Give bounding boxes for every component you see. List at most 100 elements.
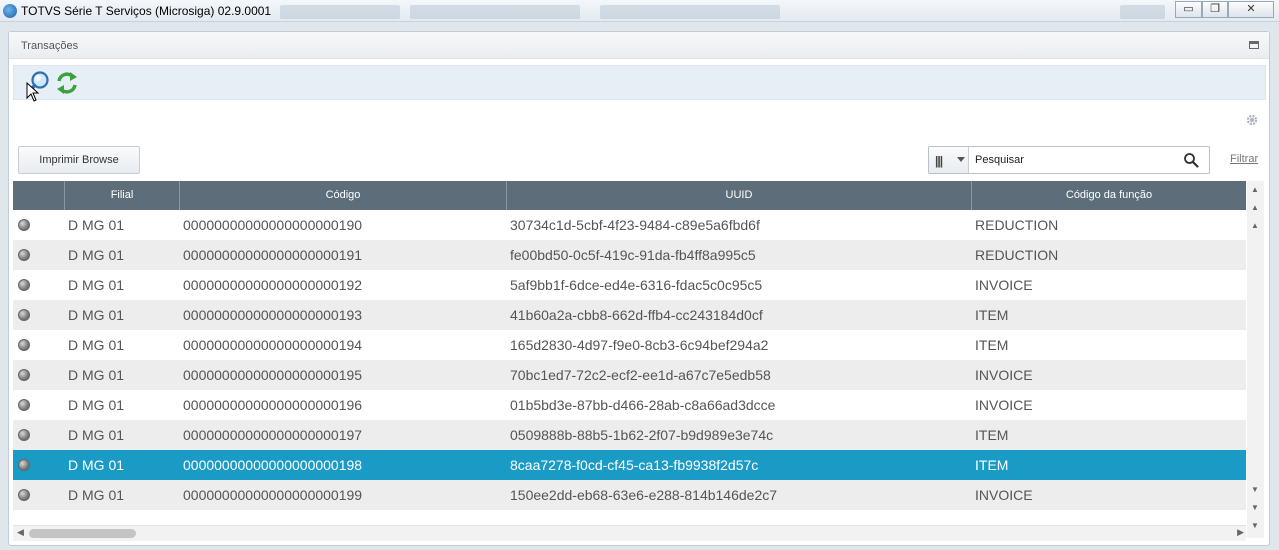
cell-funcao: INVOICE	[975, 277, 1033, 293]
close-button[interactable]: ✕	[1228, 1, 1274, 18]
background-tab-blurred	[280, 5, 400, 19]
cell-codigo: 00000000000000000000195	[183, 367, 363, 383]
cell-codigo: 00000000000000000000193	[183, 307, 363, 323]
columns-icon: |||	[935, 154, 943, 168]
header-uuid[interactable]: UUID	[507, 181, 972, 210]
table-row[interactable]: D MG 01 00000000000000000000199 150ee2dd-e…	[13, 480, 1246, 510]
scroll-left-icon[interactable]: ◀	[17, 527, 24, 538]
cell-uuid: 150ee2dd-eb68-63e6-e288-814b146de2c7	[510, 487, 778, 503]
filter-link[interactable]: Filtrar	[1230, 153, 1258, 165]
status-legend-icon[interactable]	[18, 339, 30, 351]
scroll-page-up-icon[interactable]: ▲	[1249, 201, 1261, 215]
transactions-panel: Transações Imprimir Browse ||| Pesquisar…	[8, 31, 1270, 546]
status-legend-icon[interactable]	[18, 459, 30, 471]
cell-funcao: ITEM	[975, 337, 1009, 353]
cell-uuid: fe00bd50-0c5f-419c-91da-fb4ff8a995c5	[510, 247, 756, 263]
cell-codigo: 00000000000000000000191	[183, 247, 363, 263]
window-titlebar: TOTVS Série T Serviços (Microsiga) 02.9.…	[0, 0, 1279, 22]
background-tab-blurred	[1120, 5, 1165, 19]
cell-codigo: 00000000000000000000190	[183, 217, 363, 233]
table-row[interactable]: D MG 01 00000000000000000000190 30734c1d-5…	[13, 210, 1246, 240]
horizontal-scroll-thumb[interactable]	[29, 529, 136, 538]
status-legend-icon[interactable]	[18, 489, 30, 501]
scroll-right-icon[interactable]: ▶	[1237, 527, 1244, 538]
scroll-down-icon[interactable]: ▼	[1249, 483, 1261, 497]
status-legend-icon[interactable]	[18, 369, 30, 381]
status-legend-icon[interactable]	[18, 249, 30, 261]
status-legend-icon[interactable]	[18, 279, 30, 291]
background-tab-blurred	[410, 5, 580, 19]
cell-funcao: REDUCTION	[975, 217, 1059, 233]
cell-uuid: 70bc1ed7-72c2-ecf2-ee1d-a67c7e5edb58	[510, 367, 771, 383]
panel-header: Transações	[9, 32, 1269, 59]
cell-filial: D MG 01	[68, 337, 125, 353]
minimize-button[interactable]: ▭	[1175, 1, 1202, 18]
cell-uuid: 5af9bb1f-6dce-ed4e-6316-fdac5c0c95c5	[510, 277, 763, 293]
restore-button[interactable]: ❐	[1202, 1, 1228, 18]
cell-uuid: 30734c1d-5cbf-4f23-9484-c89e5a6fbd6f	[510, 217, 760, 233]
status-legend-icon[interactable]	[18, 219, 30, 231]
cell-funcao: INVOICE	[975, 367, 1033, 383]
cell-funcao: REDUCTION	[975, 247, 1059, 263]
cell-funcao: ITEM	[975, 307, 1009, 323]
panel-minimize-icon[interactable]	[1249, 41, 1259, 49]
table-row[interactable]: D MG 01 00000000000000000000193 41b60a2a-c…	[13, 300, 1246, 330]
cell-uuid: 165d2830-4d97-f9e0-8cb3-6c94bef294a2	[510, 337, 769, 353]
header-codigo[interactable]: Código	[180, 181, 507, 210]
app-logo-icon	[3, 4, 17, 18]
chevron-down-icon	[957, 157, 965, 162]
cell-uuid: 0509888b-88b5-1b62-2f07-b9d989e3e74c	[510, 427, 774, 443]
cell-filial: D MG 01	[68, 487, 125, 503]
cell-filial: D MG 01	[68, 457, 125, 473]
vertical-scrollbar[interactable]: ▲ ▲ ▲ ▼ ▼ ▼	[1247, 181, 1264, 538]
cell-filial: D MG 01	[68, 367, 125, 383]
table-row[interactable]: D MG 01 00000000000000000000198 8caa7278-f…	[13, 450, 1246, 480]
cell-filial: D MG 01	[68, 217, 125, 233]
cell-codigo: 00000000000000000000197	[183, 427, 363, 443]
cell-codigo: 00000000000000000000199	[183, 487, 363, 503]
header-codigo-funcao[interactable]: Código da função	[972, 181, 1246, 210]
window-title: TOTVS Série T Serviços (Microsiga) 02.9.…	[21, 4, 272, 18]
horizontal-scrollbar[interactable]: ◀ ▶	[13, 525, 1246, 541]
header-filial[interactable]: Filial	[65, 181, 180, 210]
cell-funcao: INVOICE	[975, 397, 1033, 413]
status-legend-icon[interactable]	[18, 429, 30, 441]
scroll-up-icon[interactable]: ▲	[1249, 219, 1261, 233]
table-row[interactable]: D MG 01 00000000000000000000196 01b5bd3e-8…	[13, 390, 1246, 420]
cell-filial: D MG 01	[68, 397, 125, 413]
scroll-page-down-icon[interactable]: ▼	[1249, 501, 1261, 515]
transactions-grid: Filial Código UUID Código da função D MG…	[13, 181, 1246, 511]
cell-filial: D MG 01	[68, 307, 125, 323]
magnifier-icon[interactable]	[1183, 152, 1199, 168]
print-browse-button[interactable]: Imprimir Browse	[18, 146, 140, 174]
cell-filial: D MG 01	[68, 277, 125, 293]
background-tab-blurred	[600, 5, 780, 19]
cell-funcao: INVOICE	[975, 487, 1033, 503]
table-row[interactable]: D MG 01 00000000000000000000194 165d2830-4…	[13, 330, 1246, 360]
toolbar	[13, 65, 1266, 102]
status-legend-icon[interactable]	[18, 399, 30, 411]
cell-codigo: 00000000000000000000194	[183, 337, 363, 353]
scroll-bottom-icon[interactable]: ▼	[1249, 519, 1261, 533]
cell-uuid: 41b60a2a-cbb8-662d-ffb4-cc243184d0cf	[510, 307, 763, 323]
mouse-cursor-icon	[26, 81, 40, 102]
header-status	[13, 181, 65, 210]
cell-funcao: ITEM	[975, 457, 1009, 473]
search-input[interactable]	[975, 152, 1165, 168]
grid-header: Filial Código UUID Código da função	[13, 181, 1246, 210]
cell-uuid: 8caa7278-f0cd-cf45-ca13-fb9938f2d57c	[510, 457, 759, 473]
refresh-icon[interactable]	[54, 70, 80, 96]
cell-codigo: 00000000000000000000196	[183, 397, 363, 413]
table-row[interactable]: D MG 01 00000000000000000000191 fe00bd50-0…	[13, 240, 1246, 270]
cell-filial: D MG 01	[68, 427, 125, 443]
scroll-top-icon[interactable]: ▲	[1249, 183, 1261, 197]
status-legend-icon[interactable]	[18, 309, 30, 321]
table-row[interactable]: D MG 01 00000000000000000000195 70bc1ed7-7…	[13, 360, 1246, 390]
search-box: |||	[928, 146, 1210, 174]
cell-filial: D MG 01	[68, 247, 125, 263]
table-row[interactable]: D MG 01 00000000000000000000197 0509888b-8…	[13, 420, 1246, 450]
table-row[interactable]: D MG 01 00000000000000000000192 5af9bb1f-6…	[13, 270, 1246, 300]
gear-icon[interactable]	[1245, 113, 1259, 127]
column-selector-dropdown[interactable]: |||	[929, 147, 969, 173]
cell-codigo: 00000000000000000000198	[183, 457, 363, 473]
